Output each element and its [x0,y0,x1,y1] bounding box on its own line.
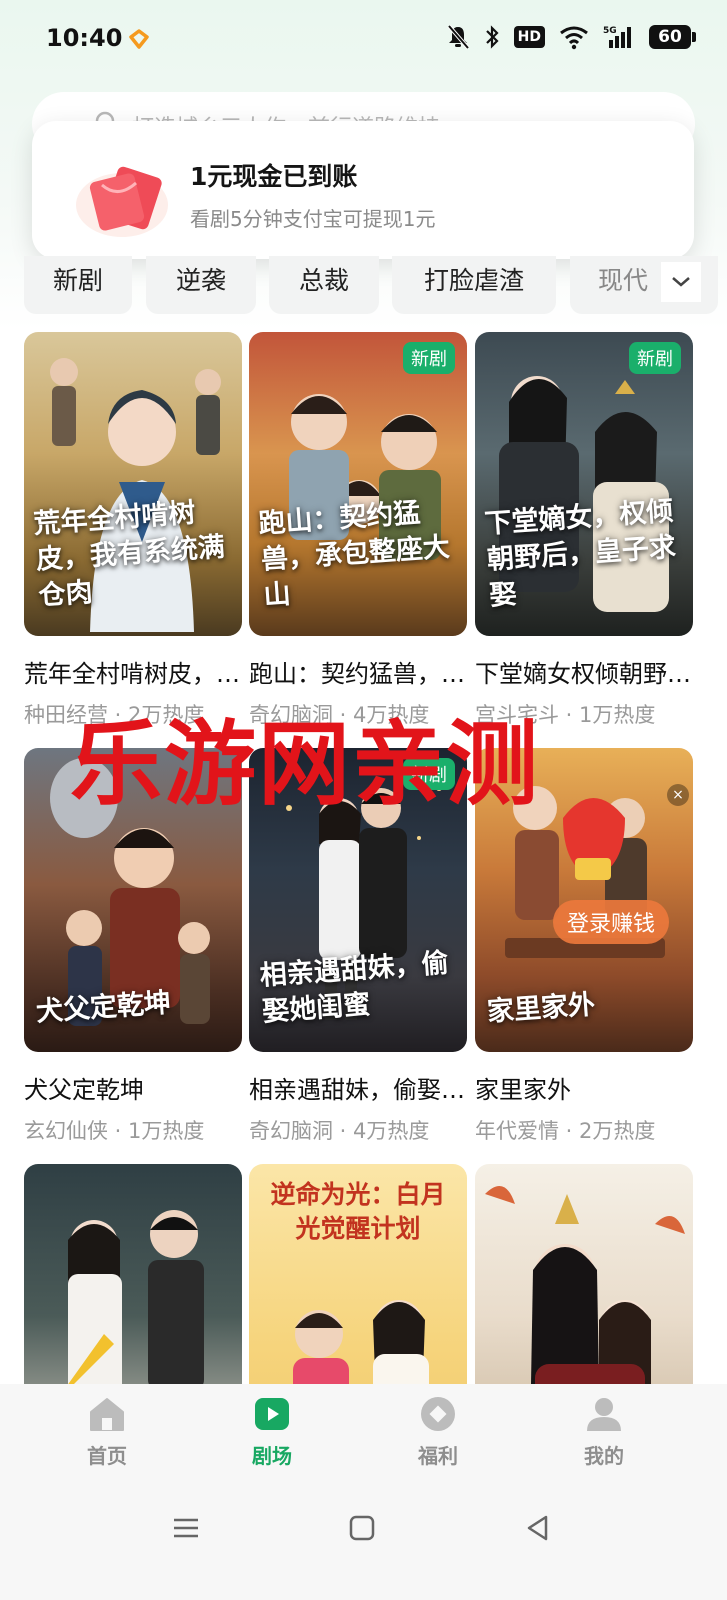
nav-welfare-label: 福利 [418,1444,458,1468]
battery-indicator: 60 [649,25,696,49]
poster-title: 跑山：契约猛兽，承包整座大山 [257,497,451,612]
bottom-nav: 首页 剧场 福利 我的 [0,1384,727,1484]
new-badge: 新剧 [403,342,455,374]
new-badge: 新剧 [629,342,681,374]
tab-face-slap[interactable]: 打脸虐渣 [392,256,556,314]
home-square-icon[interactable] [346,1512,378,1544]
profile-icon [587,1398,621,1431]
svg-text:5G: 5G [603,26,617,36]
poster-title: 逆命为光：白月光觉醒计划 [270,1180,446,1243]
poster-title: 荒年全村啃树皮，我有系统满仓肉 [32,497,226,612]
hd-badge: HD [513,26,545,48]
drama-title[interactable]: 家里家外 [475,1070,693,1105]
tab-new[interactable]: 新剧 [24,256,132,314]
nav-profile[interactable]: 我的 [554,1394,654,1469]
toast-subtitle: 看剧5分钟支付宝可提现1元 [190,207,436,231]
app-notification-icon [129,29,149,49]
nav-home-label: 首页 [87,1444,127,1468]
watermark-text: 乐游网亲测 [70,711,541,818]
signal-icon: 5G [603,26,631,48]
status-time: 10:40 [46,24,123,52]
category-tabs: 新剧 逆袭 总裁 打脸虐渣 现代 [24,256,727,314]
nav-theater[interactable]: 剧场 [222,1394,322,1469]
drama-poster[interactable]: 新剧 跑山：契约猛兽，承包整座大山 [249,332,467,636]
home-icon [90,1398,124,1431]
back-triangle-icon[interactable] [522,1512,554,1544]
drama-card[interactable]: 荒年全村啃树皮，我有系统满仓肉 荒年全村啃树皮，我有系统满仓肉 种田经营 · 2… [24,332,242,729]
menu-icon[interactable] [170,1512,202,1544]
login-earn-button[interactable]: 登录赚钱 [553,900,670,944]
mute-bell-icon [447,24,470,50]
drama-poster[interactable]: 新剧 下堂嫡女，权倾朝野后，皇子求娶 [475,332,693,636]
gift-icon [421,1397,455,1431]
tabs-expand-button[interactable] [661,262,701,302]
nav-profile-label: 我的 [584,1444,624,1468]
status-bar: 10:40 HD 5G 60 [0,0,727,80]
poster-title: 相亲遇甜妹，偷娶她闺蜜 [258,947,450,1028]
system-navigation-bar [0,1484,727,1600]
drama-title[interactable]: 跑山：契约猛兽，承包整座大山 [249,654,467,689]
tab-counterattack[interactable]: 逆袭 [146,256,256,314]
tab-ceo[interactable]: 总裁 [269,256,379,314]
drama-title[interactable]: 荒年全村啃树皮，我有系统满仓肉 [24,654,242,689]
drama-poster[interactable]: 荒年全村啃树皮，我有系统满仓肉 [24,332,242,636]
ad-close-button[interactable]: × [667,784,689,806]
drama-title[interactable]: 下堂嫡女权倾朝野后，皇子求娶 [475,654,693,689]
poster-title: 下堂嫡女，权倾朝野后，皇子求娶 [483,495,677,612]
bluetooth-icon [485,25,499,49]
reward-toast[interactable]: 1元现金已到账 看剧5分钟支付宝可提现1元 [32,121,694,259]
drama-title[interactable]: 相亲遇甜妹，偷娶她闺蜜 [249,1070,467,1105]
drama-title[interactable]: 犬父定乾坤 [24,1070,242,1105]
status-icons: HD 5G 60 [446,24,696,50]
drama-meta: 年代爱情 · 2万热度 [475,1119,656,1143]
wifi-icon [560,26,588,50]
nav-theater-label: 剧场 [252,1444,292,1468]
nav-welfare[interactable]: 福利 [388,1394,488,1469]
play-icon [255,1398,289,1430]
drama-card[interactable]: 新剧 跑山：契约猛兽，承包整座大山 跑山：契约猛兽，承包整座大山 奇幻脑洞 · … [249,332,467,729]
drama-meta: 奇幻脑洞 · 4万热度 [249,1119,430,1143]
drama-meta: 玄幻仙侠 · 1万热度 [24,1119,205,1143]
drama-card[interactable]: 新剧 下堂嫡女，权倾朝野后，皇子求娶 下堂嫡女权倾朝野后，皇子求娶 宫斗宅斗 ·… [475,332,693,729]
red-envelope-icon [76,166,168,237]
toast-title: 1元现金已到账 [190,162,358,191]
nav-home[interactable]: 首页 [57,1394,157,1469]
chevron-down-icon [672,277,690,287]
